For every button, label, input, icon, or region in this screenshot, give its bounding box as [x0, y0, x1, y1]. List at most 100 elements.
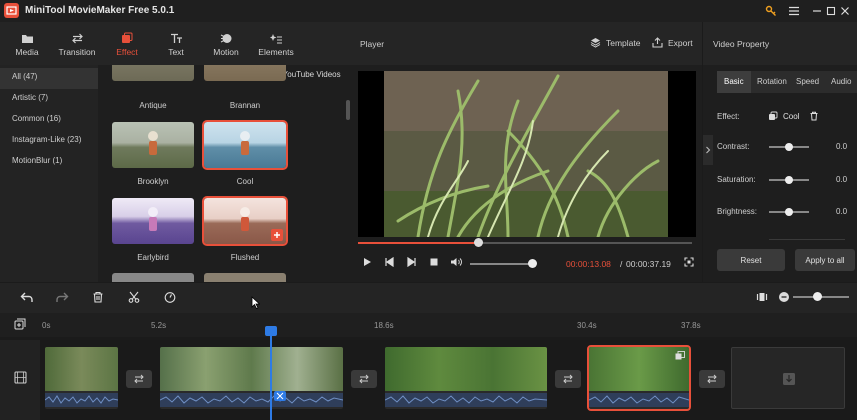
playhead[interactable]	[270, 327, 272, 420]
tab-audio[interactable]: Audio	[824, 71, 857, 93]
timeline-clip[interactable]	[385, 347, 547, 409]
effect-applied-icon	[675, 351, 685, 360]
split-marker-icon[interactable]	[274, 391, 286, 401]
close-icon[interactable]	[836, 2, 854, 20]
apply-to-all-button[interactable]: Apply to all	[795, 249, 855, 271]
effect-thumb[interactable]	[204, 273, 286, 282]
zoom-slider-handle[interactable]	[813, 292, 822, 301]
motion-icon	[201, 22, 251, 44]
chevron-right-icon	[706, 146, 711, 154]
tab-media[interactable]: Media	[2, 22, 52, 65]
effect-thumb-brannan[interactable]	[204, 65, 286, 81]
tab-text-label: Text	[168, 47, 184, 57]
skip-forward-icon	[407, 257, 416, 267]
saturation-label: Saturation:	[717, 175, 756, 184]
effect-grid-scrollbar[interactable]	[346, 100, 350, 120]
effect-label-flushed: Flushed	[230, 253, 260, 262]
next-frame-button[interactable]	[407, 257, 417, 267]
ruler-tick-label: 37.8s	[681, 321, 701, 330]
brightness-label: Brightness:	[717, 207, 758, 216]
remove-effect-button[interactable]	[809, 111, 819, 121]
zoom-out-button[interactable]	[778, 291, 790, 303]
saturation-value: 0.0	[836, 175, 848, 184]
tab-elements[interactable]: Elements	[251, 22, 301, 65]
delete-button[interactable]	[92, 291, 104, 303]
category-artistic[interactable]: Artistic (7)	[0, 89, 98, 110]
category-motionblur[interactable]: MotionBlur (1)	[0, 152, 98, 173]
effect-field-label: Effect:	[717, 112, 740, 121]
split-button[interactable]	[128, 291, 140, 303]
speedometer-icon	[164, 292, 176, 303]
tab-effect-label: Effect	[116, 47, 138, 57]
clip-thumbnail	[385, 347, 547, 391]
clip-audio-waveform	[589, 393, 689, 407]
volume-slider[interactable]	[470, 263, 534, 265]
volume-button[interactable]	[450, 257, 462, 267]
swap-icon	[563, 374, 573, 384]
speed-button[interactable]	[164, 291, 176, 303]
redo-icon	[56, 292, 69, 302]
applied-effect-name: Cool	[783, 112, 800, 121]
clip-thumbnail	[45, 347, 118, 391]
tab-motion[interactable]: Motion	[201, 22, 251, 65]
menu-icon[interactable]	[785, 2, 803, 20]
playback-progress-bar[interactable]	[358, 238, 692, 247]
reset-button[interactable]: Reset	[717, 249, 785, 271]
key-icon[interactable]	[762, 2, 780, 20]
transition-slot[interactable]	[555, 370, 581, 388]
previous-frame-button[interactable]	[384, 257, 394, 267]
video-preview[interactable]	[358, 71, 696, 237]
layers-icon	[590, 38, 601, 48]
ruler-tick-label: 30.4s	[577, 321, 597, 330]
category-instagram-like[interactable]: Instagram-Like (23)	[0, 131, 98, 152]
redo-button[interactable]	[56, 291, 69, 303]
transition-slot[interactable]	[126, 370, 152, 388]
tab-speed[interactable]: Speed	[789, 71, 826, 93]
add-track-button[interactable]	[14, 318, 26, 330]
tab-rotation[interactable]: Rotation	[750, 71, 794, 93]
template-button[interactable]: Template	[590, 37, 641, 48]
transition-slot[interactable]	[351, 370, 377, 388]
property-header: Video Property	[703, 22, 857, 65]
undo-button[interactable]	[20, 291, 33, 303]
elements-icon	[251, 22, 301, 44]
timeline-clip-selected[interactable]	[587, 345, 691, 411]
effect-label-brannan: Brannan	[229, 101, 261, 110]
playback-progress-handle[interactable]	[474, 238, 484, 247]
export-button[interactable]: Export	[652, 37, 693, 48]
category-all[interactable]: All (47)	[0, 68, 98, 89]
volume-slider-handle[interactable]	[528, 259, 537, 268]
play-button[interactable]	[362, 257, 372, 267]
stop-button[interactable]	[429, 257, 439, 267]
brightness-slider-handle[interactable]	[785, 208, 793, 216]
effect-thumb-antique[interactable]	[112, 65, 194, 81]
transition-slot[interactable]	[699, 370, 725, 388]
contrast-slider-handle[interactable]	[785, 143, 793, 151]
effect-thumb[interactable]	[112, 273, 194, 282]
timeline-clip[interactable]	[160, 347, 343, 409]
tab-effect[interactable]: Effect	[102, 22, 152, 65]
scissors-icon	[128, 291, 140, 303]
collapse-panel-button[interactable]	[703, 135, 713, 165]
empty-clip-slot[interactable]	[731, 347, 845, 409]
fullscreen-button[interactable]	[684, 257, 694, 267]
play-icon	[364, 258, 371, 266]
clip-thumbnail	[589, 347, 689, 391]
swap-icon	[359, 374, 369, 384]
player-header: Player Template Export	[352, 22, 702, 65]
saturation-slider-handle[interactable]	[785, 176, 793, 184]
effect-thumb-earlybird[interactable]	[112, 198, 194, 244]
timeline-ruler[interactable]: 0s 5.2s 18.6s 30.4s 37.8s	[0, 313, 857, 337]
effect-thumb-brooklyn[interactable]	[112, 122, 194, 168]
swap-icon	[707, 374, 717, 384]
effect-thumb-flushed[interactable]	[202, 196, 288, 246]
tab-text[interactable]: Text	[151, 22, 201, 65]
effect-label-cool: Cool	[236, 177, 254, 186]
tab-basic[interactable]: Basic	[717, 71, 751, 93]
tab-transition[interactable]: Transition	[52, 22, 102, 65]
fit-timeline-button[interactable]	[756, 291, 768, 303]
add-track-icon	[14, 318, 26, 330]
effect-thumb-cool[interactable]	[202, 120, 288, 170]
timeline-clip[interactable]	[45, 347, 118, 409]
category-common[interactable]: Common (16)	[0, 110, 98, 131]
